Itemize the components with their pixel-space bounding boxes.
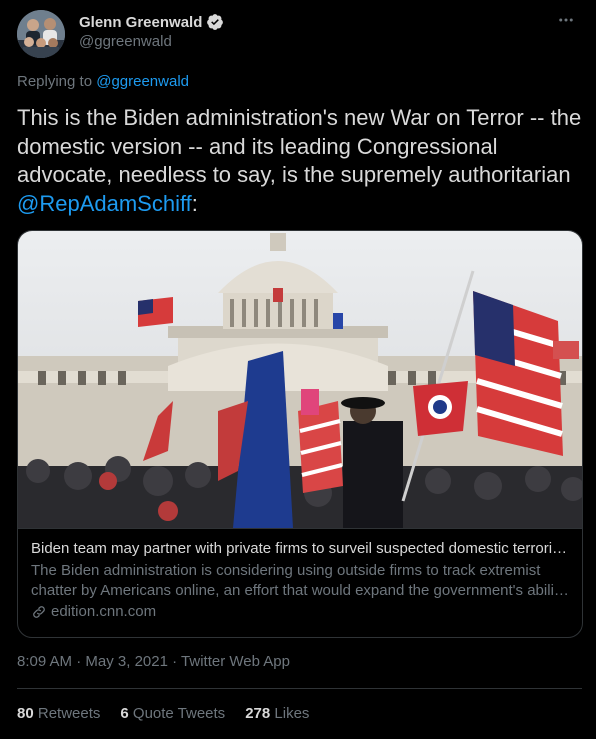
divider: [17, 688, 582, 689]
card-description: The Biden administration is considering …: [31, 562, 569, 599]
more-options-icon: [559, 18, 573, 22]
card-image: [18, 231, 582, 529]
tweet-mention-link[interactable]: @RepAdamSchiff: [17, 191, 192, 216]
more-options-button[interactable]: [554, 8, 578, 32]
tweet-timestamp: 8:09 AM · May 3, 2021 · Twitter Web App: [17, 653, 290, 670]
separator: ·: [172, 653, 178, 670]
tweet-source[interactable]: Twitter Web App: [181, 653, 290, 670]
quotes-label: Quote Tweets: [132, 705, 226, 722]
link-icon: [33, 606, 45, 618]
author-info: Glenn Greenwald @ggreenwald: [79, 12, 224, 50]
quote-tweets-stat[interactable]: 6 Quote Tweets: [120, 705, 225, 722]
replying-to: Replying to @ggreenwald: [17, 73, 189, 90]
verified-badge-icon: [207, 14, 224, 30]
quotes-count: 6: [120, 705, 129, 722]
tweet-body: This is the Biden administration's new W…: [17, 105, 582, 187]
likes-label: Likes: [274, 705, 310, 722]
card-domain-row: edition.cnn.com: [31, 602, 569, 622]
retweets-count: 80: [17, 705, 34, 722]
link-preview-card[interactable]: Biden team may partner with private firm…: [17, 230, 583, 638]
author-name[interactable]: Glenn Greenwald: [79, 14, 202, 31]
card-domain: edition.cnn.com: [51, 603, 157, 620]
retweets-label: Retweets: [37, 705, 101, 722]
likes-count: 278: [245, 705, 271, 722]
avatar-photo: [17, 10, 65, 58]
author-avatar[interactable]: [17, 10, 65, 58]
retweets-stat[interactable]: 80 Retweets: [17, 705, 100, 722]
tweet-date[interactable]: May 3, 2021: [85, 653, 168, 670]
tweet-stats: 80 Retweets 6 Quote Tweets 278 Likes: [17, 705, 309, 722]
separator: ·: [76, 653, 82, 670]
reply-mention-link[interactable]: @ggreenwald: [96, 73, 189, 90]
tweet-text: This is the Biden administration's new W…: [17, 104, 582, 218]
tweet-suffix: :: [191, 190, 198, 216]
author-handle[interactable]: @ggreenwald: [79, 33, 224, 50]
card-title: Biden team may partner with private firm…: [31, 540, 568, 557]
replying-to-label: Replying to: [17, 73, 93, 90]
card-body: Biden team may partner with private firm…: [18, 529, 582, 622]
likes-stat[interactable]: 278 Likes: [245, 705, 309, 722]
tweet-time[interactable]: 8:09 AM: [17, 653, 72, 670]
